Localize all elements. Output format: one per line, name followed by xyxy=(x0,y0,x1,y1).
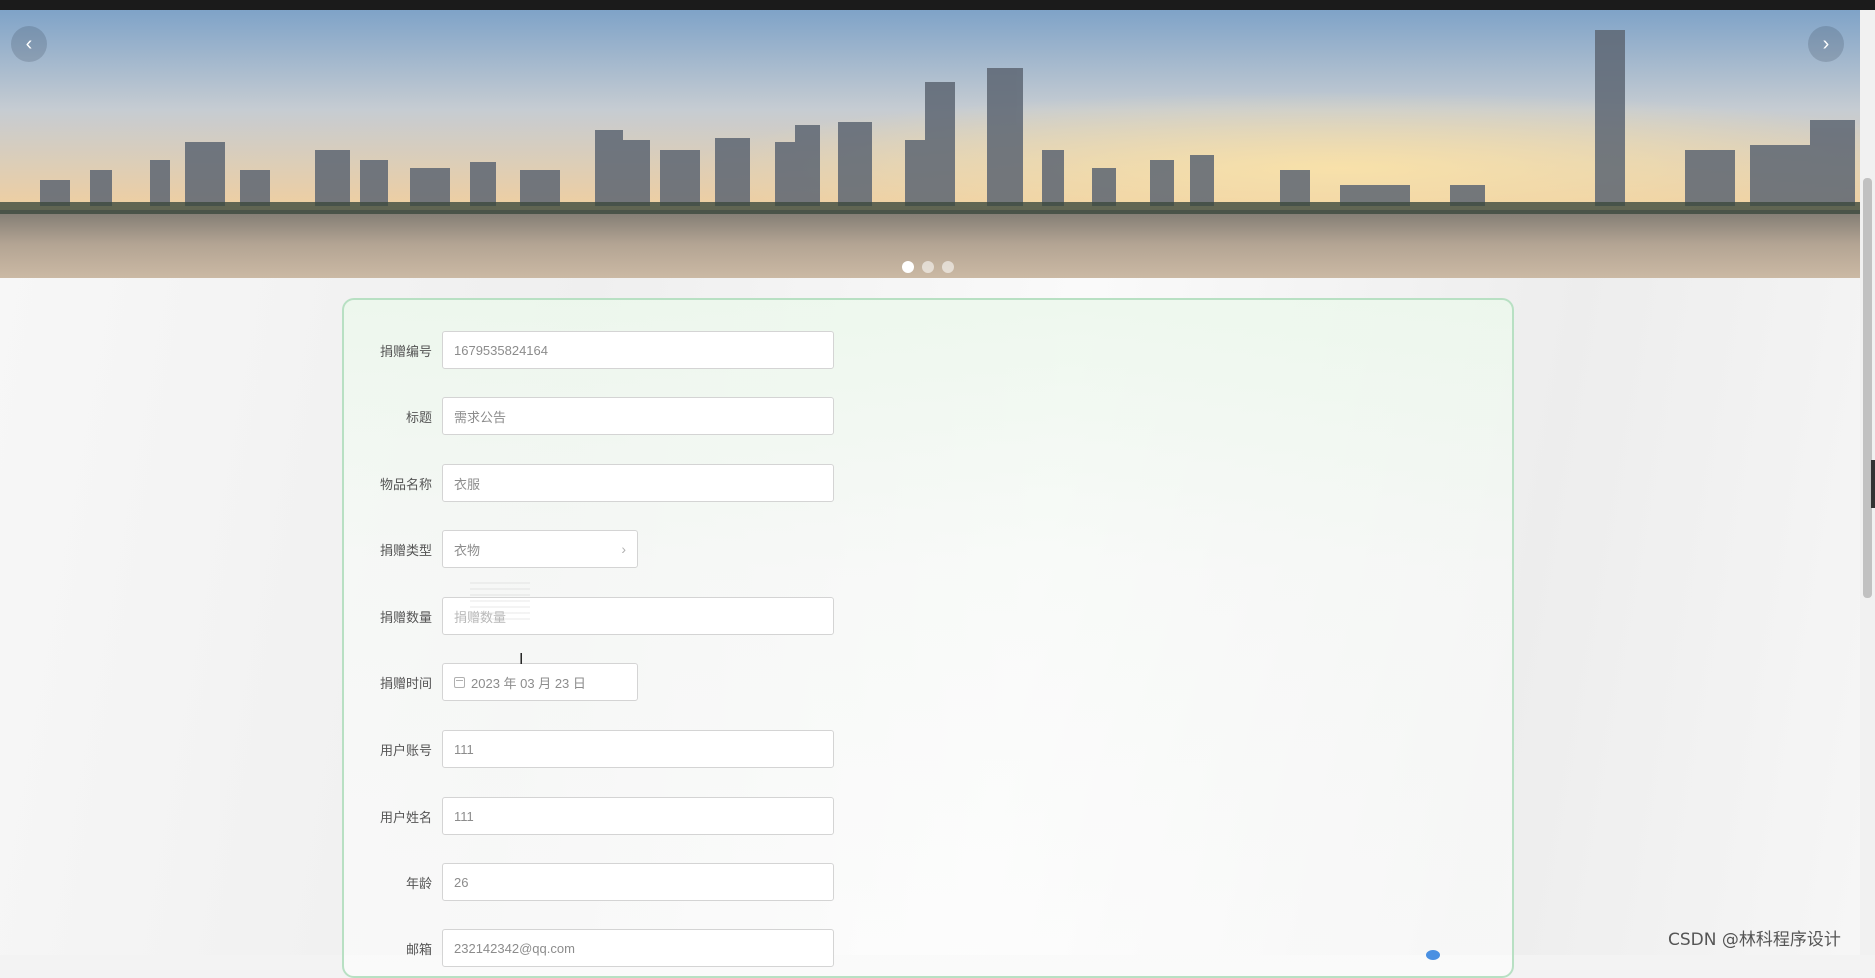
item-name-field[interactable]: 衣服 xyxy=(442,464,834,502)
carousel-prev-button[interactable]: ‹ xyxy=(11,26,47,62)
floating-indicator[interactable] xyxy=(1426,950,1440,960)
calendar-icon xyxy=(454,676,465,688)
field-label: 年龄 xyxy=(405,875,432,891)
carousel-next-button[interactable]: › xyxy=(1808,26,1844,62)
field-label: 物品名称 xyxy=(379,476,432,492)
field-value: 26 xyxy=(454,874,469,890)
form-row-title: 标题 需求公告 xyxy=(344,396,834,436)
scrollbar-thumb[interactable] xyxy=(1863,178,1872,598)
form-row-item-name: 物品名称 衣服 xyxy=(344,463,834,503)
field-label: 用户姓名 xyxy=(379,809,432,825)
city-skyline-image xyxy=(0,10,1860,278)
field-value: 衣服 xyxy=(454,476,481,492)
form-row-donation-type: 捐赠类型 衣物 › xyxy=(344,529,638,569)
user-name-field[interactable]: 111 xyxy=(442,797,834,835)
donation-id-field[interactable]: 1679535824164 xyxy=(442,331,834,369)
field-value: 111 xyxy=(454,808,474,824)
window-top-bar xyxy=(0,0,1875,10)
watermark: CSDN @林科程序设计 xyxy=(1668,930,1841,950)
form-row-user-name: 用户姓名 111 xyxy=(344,796,834,836)
field-label: 捐赠数量 xyxy=(379,609,432,625)
field-value: 需求公告 xyxy=(454,409,507,425)
field-value: 111 xyxy=(454,741,474,757)
form-row-user-account: 用户账号 111 xyxy=(344,729,834,769)
carousel-dot-1[interactable] xyxy=(902,261,914,273)
field-label: 标题 xyxy=(405,409,432,425)
text-cursor-icon: I xyxy=(519,652,523,668)
donation-form: 捐赠编号 1679535824164 标题 需求公告 物品名称 衣服 捐赠类型 … xyxy=(342,298,1514,978)
form-row-donation-id: 捐赠编号 1679535824164 xyxy=(344,330,834,370)
carousel-dot-2[interactable] xyxy=(922,261,934,273)
title-field[interactable]: 需求公告 xyxy=(442,397,834,435)
carousel-dot-3[interactable] xyxy=(942,261,954,273)
chevron-right-icon: › xyxy=(621,541,626,557)
field-label: 捐赠时间 xyxy=(379,675,432,691)
age-field[interactable]: 26 xyxy=(442,863,834,901)
field-label: 用户账号 xyxy=(379,742,432,758)
form-row-donation-quantity: 捐赠数量 捐赠数量 xyxy=(344,596,834,636)
form-row-email: 邮箱 232142342@qq.com xyxy=(344,928,834,968)
field-value: 232142342@qq.com xyxy=(454,940,575,956)
form-row-age: 年龄 26 xyxy=(344,862,834,902)
date-content: 2023 年 03 月 23 日 xyxy=(454,673,586,692)
donation-date-picker[interactable]: 2023 年 03 月 23 日 xyxy=(442,663,638,701)
field-value: 1679535824164 xyxy=(454,342,548,358)
field-value: 衣物 xyxy=(454,542,481,558)
field-value: 2023 年 03 月 23 日 xyxy=(471,675,586,691)
user-account-field[interactable]: 111 xyxy=(442,730,834,768)
chevron-left-icon: ‹ xyxy=(25,33,33,55)
scroll-edge-marker xyxy=(1871,460,1875,508)
field-label: 捐赠编号 xyxy=(379,343,432,359)
field-label: 捐赠类型 xyxy=(379,542,432,558)
email-field[interactable]: 232142342@qq.com xyxy=(442,929,834,967)
carousel-indicators xyxy=(902,261,954,273)
hero-carousel: ‹ › xyxy=(0,10,1860,278)
donation-type-cascader[interactable]: 衣物 › xyxy=(442,530,638,568)
chevron-right-icon: › xyxy=(1822,33,1830,55)
drag-ghost-artifact xyxy=(470,578,530,620)
form-row-donation-date: 捐赠时间 2023 年 03 月 23 日 xyxy=(344,662,638,702)
